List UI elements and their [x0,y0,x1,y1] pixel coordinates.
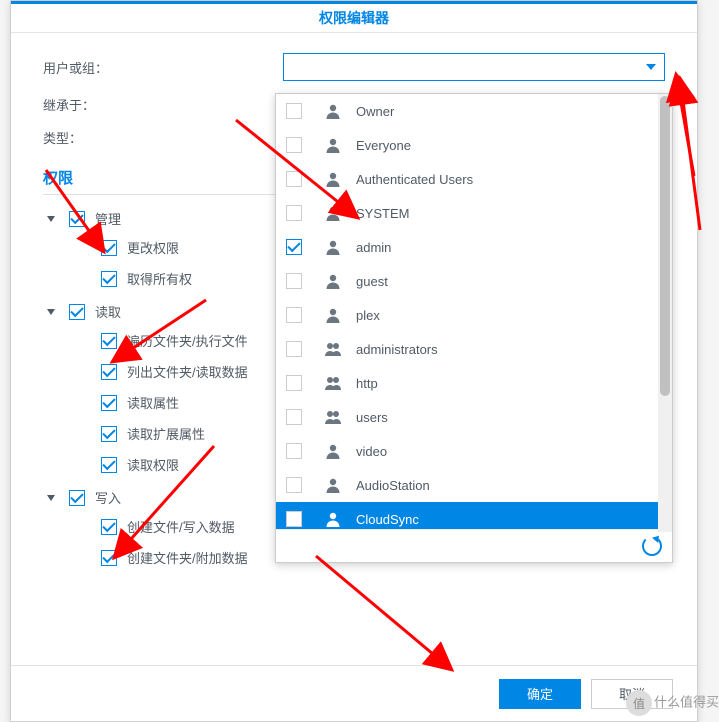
chevron-down-icon [47,216,55,222]
dropdown-list[interactable]: Owner Everyone Authenticated Users SYSTEM ad… [276,94,672,529]
dropdown-item[interactable]: users [276,400,672,434]
tree-item-label: 列出文件夹/读取数据 [127,362,248,381]
tree-item-label: 读取权限 [127,455,179,474]
label-inherit-from: 继承于： [43,95,283,114]
checkbox[interactable] [101,395,117,411]
user-icon [324,476,342,494]
tree-item-label: 更改权限 [127,238,179,257]
tree-item-label: 创建文件夹/附加数据 [127,548,248,567]
checkbox[interactable] [286,375,302,391]
checkbox[interactable] [101,271,117,287]
dropdown-item[interactable]: plex [276,298,672,332]
dropdown-item[interactable]: http [276,366,672,400]
dropdown-item-label: http [356,376,378,391]
scrollbar[interactable] [658,94,672,529]
tree-item-label: 读取扩展属性 [127,424,205,443]
dropdown-item-label: guest [356,274,388,289]
dropdown-item-label: users [356,410,388,425]
checkbox[interactable] [286,103,302,119]
checkbox[interactable] [101,364,117,380]
label-user-or-group: 用户或组： [43,58,283,77]
tree-group-label: 写入 [95,488,121,507]
tree-item-label: 遍历文件夹/执行文件 [127,331,248,350]
checkbox[interactable] [101,426,117,442]
dropdown-item[interactable]: SYSTEM [276,196,672,230]
checkbox[interactable] [286,477,302,493]
user-icon [324,102,342,120]
user-icon [324,510,342,528]
checkbox[interactable] [101,550,117,566]
dropdown-item[interactable]: guest [276,264,672,298]
checkbox[interactable] [101,519,117,535]
user-icon [324,238,342,256]
dropdown-item[interactable]: administrators [276,332,672,366]
checkbox[interactable] [286,341,302,357]
tree-group-label: 读取 [95,302,121,321]
checkbox[interactable] [286,239,302,255]
chevron-down-icon [47,309,55,315]
dropdown-item[interactable]: Owner [276,94,672,128]
dialog-footer: 确定 取消 [11,665,697,721]
dropdown-item-label: administrators [356,342,438,357]
label-type: 类型： [43,128,283,147]
dropdown-item[interactable]: admin [276,230,672,264]
checkbox[interactable] [286,443,302,459]
checkbox[interactable] [286,409,302,425]
tree-item-label: 创建文件/写入数据 [127,517,235,536]
tree-group-label: 管理 [95,209,121,228]
checkbox[interactable] [286,511,302,527]
dropdown-item-label: Everyone [356,138,411,153]
refresh-icon[interactable] [642,536,662,556]
checkbox[interactable] [286,137,302,153]
checkbox[interactable] [69,211,85,227]
tree-item-label: 取得所有权 [127,269,192,288]
checkbox[interactable] [101,333,117,349]
dropdown-item[interactable]: Everyone [276,128,672,162]
chevron-down-icon [47,495,55,501]
watermark: 值什么值得买 [626,690,719,716]
watermark-badge: 值 [626,690,652,716]
dropdown-item-label: SYSTEM [356,206,409,221]
dropdown-footer [276,529,672,562]
dropdown-item-label: Authenticated Users [356,172,473,187]
dialog-title: 权限编辑器 [11,1,697,33]
checkbox[interactable] [69,490,85,506]
user-icon [324,272,342,290]
dropdown-item[interactable]: Authenticated Users [276,162,672,196]
dropdown-item-label: Owner [356,104,394,119]
user-icon [324,442,342,460]
user-icon [324,136,342,154]
dropdown-item[interactable]: CloudSync [276,502,672,529]
group-icon [324,340,342,358]
dropdown-item[interactable]: AudioStation [276,468,672,502]
user-icon [324,204,342,222]
checkbox[interactable] [101,457,117,473]
user-icon [324,306,342,324]
dropdown-item-label: admin [356,240,391,255]
user-group-dropdown: Owner Everyone Authenticated Users SYSTEM ad… [275,93,673,563]
dropdown-item-label: video [356,444,387,459]
ok-button[interactable]: 确定 [499,679,581,709]
checkbox[interactable] [286,307,302,323]
dropdown-item-label: plex [356,308,380,323]
group-icon [324,374,342,392]
dropdown-item-label: AudioStation [356,478,430,493]
dropdown-item[interactable]: video [276,434,672,468]
scrollbar-thumb[interactable] [660,96,670,396]
checkbox[interactable] [286,273,302,289]
tree-item-label: 读取属性 [127,393,179,412]
checkbox[interactable] [286,171,302,187]
checkbox[interactable] [101,240,117,256]
checkbox[interactable] [69,304,85,320]
checkbox[interactable] [286,205,302,221]
group-icon [324,408,342,426]
select-user-or-group[interactable] [283,53,665,81]
dropdown-item-label: CloudSync [356,512,419,527]
chevron-down-icon [646,64,656,70]
user-icon [324,170,342,188]
